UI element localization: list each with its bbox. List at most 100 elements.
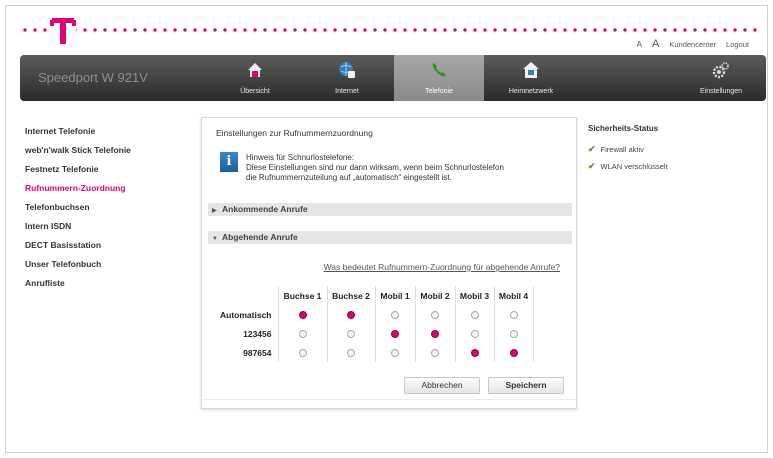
table-row: Automatisch	[214, 305, 534, 324]
gear-icon	[712, 62, 729, 79]
info-icon: i	[220, 152, 238, 172]
table-corner	[214, 286, 278, 305]
assignment-radio[interactable]	[470, 330, 479, 339]
status-title: Sicherheits-Status	[588, 124, 659, 133]
column-header: Mobil 3	[454, 286, 495, 305]
nav-internet[interactable]: Internet	[302, 55, 392, 101]
table-cell	[374, 343, 416, 362]
nav-telefonie[interactable]: Telefonie	[394, 55, 484, 101]
assignment-radio[interactable]	[391, 311, 399, 320]
device-name: Speedport W 921V	[38, 70, 148, 85]
assignment-radio[interactable]	[347, 330, 355, 339]
nav-label: Übersicht	[240, 88, 270, 95]
nav-uebersicht[interactable]: Übersicht	[210, 55, 300, 101]
kundencenter-link[interactable]: Kundencenter	[669, 40, 716, 49]
assignment-radio[interactable]	[347, 349, 355, 358]
assignment-radio[interactable]	[509, 311, 518, 320]
button-row: Abbrechen Speichern	[404, 377, 564, 394]
section-label: Abgehende Anrufe	[222, 232, 298, 242]
row-label: 987654	[243, 347, 272, 358]
assignment-radio[interactable]	[391, 349, 399, 358]
phone-icon	[432, 63, 446, 77]
nav-einstellungen[interactable]: Einstellungen	[676, 55, 766, 101]
sidebar-item-telefonbuch[interactable]: Unser Telefonbuch	[25, 255, 185, 274]
sidebar-item-rufnummern-zuordnung[interactable]: Rufnummern-Zuordnung	[25, 179, 185, 198]
table-cell	[374, 324, 416, 343]
telekom-logo[interactable]	[50, 16, 76, 46]
home-icon	[248, 63, 262, 77]
sidebar: Internet Telefonie web'n'walk Stick Tele…	[25, 122, 185, 293]
table-cell	[326, 343, 376, 362]
assignment-radio[interactable]	[431, 349, 439, 358]
status-item-firewall: ✔ Firewall aktiv	[588, 141, 758, 158]
brand-dot-line	[20, 28, 760, 32]
checkmark-icon: ✔	[588, 161, 596, 171]
table-cell	[493, 343, 534, 362]
table-cell	[277, 305, 328, 324]
assignment-radio[interactable]	[509, 330, 518, 339]
sidebar-item-telefonbuchsen[interactable]: Telefonbuchsen	[25, 198, 185, 217]
sidebar-item-dect[interactable]: DECT Basisstation	[25, 236, 185, 255]
status-item-wlan: ✔ WLAN verschlüsselt	[588, 158, 758, 175]
sidebar-item-anrufliste[interactable]: Anrufliste	[25, 274, 185, 293]
font-size-small-link[interactable]: A	[637, 40, 642, 49]
table-row: 123456	[214, 324, 534, 343]
info-line: Hinweis für Schnurlostelefone:	[246, 153, 355, 162]
table-cell	[277, 343, 328, 362]
nav-label: Internet	[335, 88, 359, 95]
assignment-radio[interactable]	[391, 330, 399, 339]
column-header: Buchse 1	[277, 286, 328, 305]
table-cell	[493, 324, 534, 343]
nav-heimnetzwerk[interactable]: Heimnetzwerk	[486, 55, 576, 101]
table-row: 987654	[214, 343, 534, 362]
table-cell	[414, 343, 456, 362]
assignment-radio[interactable]	[470, 349, 479, 358]
nav-label: Heimnetzwerk	[508, 88, 554, 95]
section-label: Ankommende Anrufe	[222, 204, 308, 214]
table-cell	[374, 305, 416, 324]
assignment-radio[interactable]	[431, 330, 439, 339]
house-network-icon	[523, 62, 539, 78]
panel-footer-divider	[202, 399, 576, 400]
globe-icon	[339, 62, 355, 78]
assignment-radio[interactable]	[298, 330, 307, 339]
sidebar-item-intern-isdn[interactable]: Intern ISDN	[25, 217, 185, 236]
font-size-large-link[interactable]: A	[652, 38, 659, 50]
table-cell	[493, 305, 534, 324]
sidebar-item-webnwalk-stick[interactable]: web'n'walk Stick Telefonie	[25, 141, 185, 160]
assignment-radio[interactable]	[509, 349, 518, 358]
row-label: 123456	[243, 328, 272, 339]
chevron-right-icon: ▶	[212, 208, 217, 214]
assignment-radio[interactable]	[347, 311, 355, 320]
section-outgoing-calls[interactable]: ▼ Abgehende Anrufe	[208, 231, 572, 244]
chevron-down-icon: ▼	[212, 236, 218, 242]
table-cell	[326, 324, 376, 343]
assignment-radio[interactable]	[298, 311, 307, 320]
section-incoming-calls[interactable]: ▶ Ankommende Anrufe	[208, 203, 572, 216]
cancel-button[interactable]: Abbrechen	[404, 377, 480, 394]
column-header: Mobil 4	[493, 286, 534, 305]
table-cell	[277, 324, 328, 343]
table-cell	[414, 324, 456, 343]
table-cell	[414, 305, 456, 324]
assignment-radio[interactable]	[431, 311, 439, 320]
column-header: Mobil 2	[414, 286, 456, 305]
table-cell	[326, 305, 376, 324]
security-status: Sicherheits-Status ✔ Firewall aktiv ✔ WL…	[588, 124, 758, 175]
checkmark-icon: ✔	[588, 144, 596, 154]
help-link[interactable]: Was bedeutet Rufnummern-Zuordnung für ab…	[324, 262, 560, 272]
column-header: Buchse 2	[326, 286, 376, 305]
status-label: Firewall aktiv	[600, 145, 644, 154]
settings-panel: Einstellungen zur Rufnummernzuordnung i …	[201, 117, 577, 409]
assignment-radio[interactable]	[298, 349, 307, 358]
number-assignment-table: Buchse 1 Buchse 2 Mobil 1 Mobil 2 Mobil …	[214, 286, 534, 362]
nav-label: Einstellungen	[699, 88, 743, 95]
sidebar-item-festnetz[interactable]: Festnetz Telefonie	[25, 160, 185, 179]
table-cell	[454, 324, 495, 343]
top-links: A A Kundencenter Logout	[637, 38, 749, 50]
assignment-radio[interactable]	[470, 311, 479, 320]
info-line: Diese Einstellungen sind nur dann wirksa…	[246, 163, 504, 172]
save-button[interactable]: Speichern	[488, 377, 564, 394]
sidebar-item-internet-telefonie[interactable]: Internet Telefonie	[25, 122, 185, 141]
logout-link[interactable]: Logout	[726, 40, 749, 49]
